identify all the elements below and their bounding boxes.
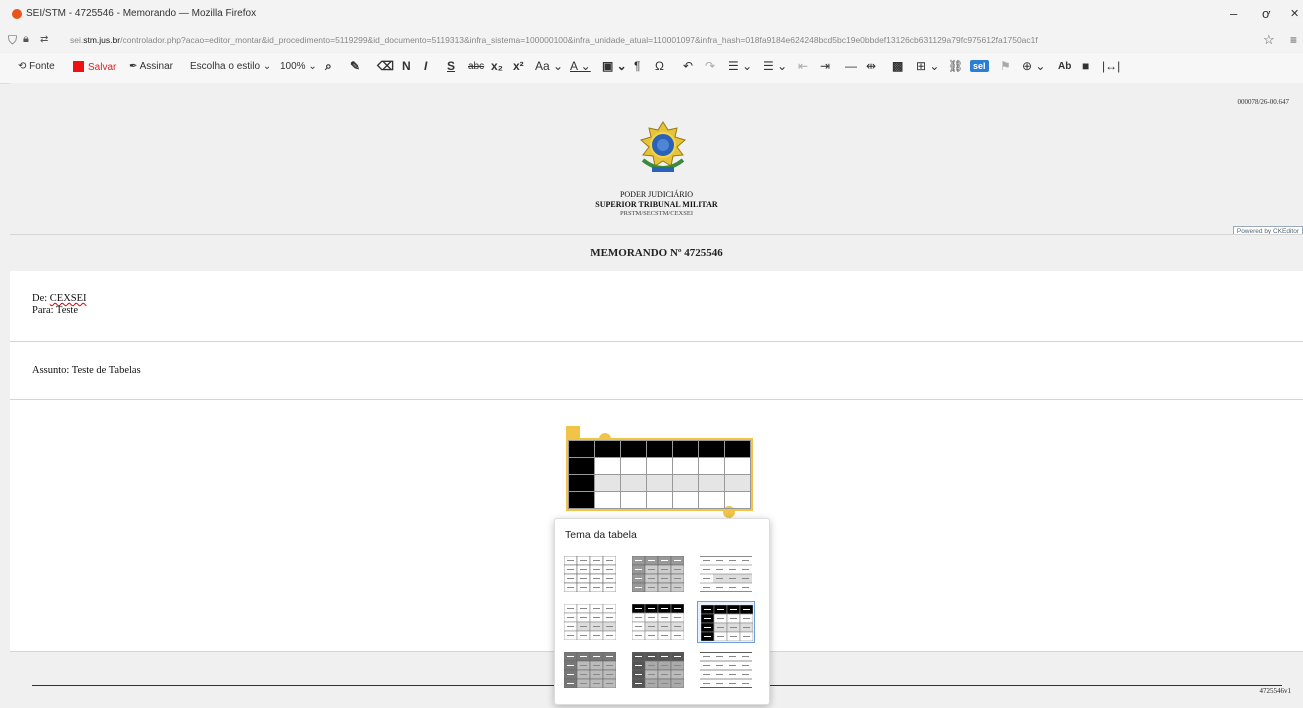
table-theme-2-option[interactable]	[629, 553, 687, 595]
format-paint-icon[interactable]: ✎	[350, 59, 360, 73]
table-thumbnail-icon	[564, 604, 616, 640]
fonte-button[interactable]: ⟲ Fonte	[18, 61, 55, 72]
bold-icon[interactable]: N	[402, 59, 411, 73]
close-button[interactable]: ✕	[1290, 7, 1299, 20]
salvar-button[interactable]: Salvar	[73, 61, 116, 73]
underline-icon[interactable]: S	[447, 59, 455, 73]
italic-icon[interactable]: I	[424, 59, 427, 73]
table-theme-4-option[interactable]	[561, 601, 619, 643]
redo-icon[interactable]: ↷	[705, 59, 715, 73]
background-color-icon[interactable]: ▣ ⌄	[602, 59, 627, 73]
text-color-icon[interactable]: A ⌄	[570, 59, 591, 73]
table-theme-3-option[interactable]	[697, 553, 755, 595]
table-theme-1-option[interactable]	[561, 553, 619, 595]
coat-of-arms-icon	[639, 121, 687, 172]
table-thumbnail-icon	[564, 556, 616, 592]
window-title: SEI/STM - 4725546 - Memorando — Mozilla …	[26, 8, 257, 19]
table-thumbnail-icon	[632, 556, 684, 592]
assinar-button[interactable]: ✒ Assinar	[129, 61, 173, 72]
url-text[interactable]: sei.stm.jus.br/controlador.php?acao=edit…	[70, 35, 1250, 45]
de-line: De: CEXSEI	[32, 293, 87, 304]
anchor-icon[interactable]: ⚑	[1000, 59, 1011, 73]
save-icon	[73, 61, 84, 72]
undo-icon[interactable]: ↶	[683, 59, 693, 73]
font-size-icon[interactable]: Aa ⌄	[535, 59, 563, 73]
source-icon: ⟲	[18, 61, 30, 72]
org-line-3: PRSTM/SECSTM/CEXSEI	[620, 210, 693, 217]
org-line-2: SUPERIOR TRIBUNAL MILITAR	[595, 200, 718, 209]
table-theme-9-option[interactable]	[697, 649, 755, 691]
assunto-line: Assunto: Teste de Tabelas	[32, 365, 141, 376]
table-theme-7-option[interactable]	[561, 649, 619, 691]
memo-title-section[interactable]: MEMORANDO Nº 4725546	[10, 234, 1303, 272]
table-thumbnail-icon	[564, 652, 616, 688]
table-thumbnail-icon	[701, 605, 753, 641]
subject-section[interactable]: Assunto: Teste de Tabelas	[10, 342, 1303, 400]
para-line: Para: Teste	[32, 305, 79, 316]
style-dropdown[interactable]: Escolha o estilo ⌄	[190, 61, 271, 72]
url-bar: ⛉ 🔒︎ ⇄ sei.stm.jus.br/controlador.php?ac…	[0, 30, 1303, 52]
table-thumbnail-icon	[700, 652, 752, 688]
pilcrow-icon[interactable]: ¶	[634, 59, 640, 73]
table-thumbnail-icon	[632, 652, 684, 688]
find-icon[interactable]: ⌕	[325, 59, 332, 74]
page-break-icon[interactable]: ⇹	[866, 59, 876, 73]
special-char-icon[interactable]: Ω	[655, 59, 664, 73]
bulleted-list-icon[interactable]: ☰ ⌄	[763, 59, 787, 73]
superscript-icon[interactable]: x²	[513, 59, 524, 73]
shield-icon[interactable]: ⛉	[8, 33, 17, 48]
horizontal-line-icon[interactable]: —	[845, 59, 857, 73]
subscript-icon[interactable]: x₂	[491, 59, 503, 73]
minimize-button[interactable]: –	[1230, 6, 1237, 21]
pen-icon: ✒	[129, 61, 140, 72]
fit-width-icon[interactable]: |↔|	[1102, 59, 1120, 73]
image-icon[interactable]: ▩	[892, 59, 903, 73]
link-icon[interactable]: ⛓	[948, 59, 963, 73]
zoom-dropdown[interactable]: 100% ⌄	[280, 61, 317, 72]
table-thumbnail-icon	[700, 556, 752, 592]
document-number: 000078/26-00.647	[1237, 98, 1289, 106]
comment-icon[interactable]: ■	[1082, 59, 1089, 73]
content-table[interactable]	[566, 438, 753, 511]
org-line-1: PODER JUDICIÁRIO	[619, 190, 694, 199]
popup-title: Tema da tabela	[565, 529, 637, 541]
sei-link-button[interactable]: sel	[970, 60, 989, 72]
header-section[interactable]: 000078/26-00.647 PODER JUDICIÁRIO SUPERI…	[10, 83, 1303, 237]
spellcheck-icon[interactable]: ⊕ ⌄	[1022, 59, 1045, 73]
eraser-icon[interactable]: ⌫	[377, 59, 394, 73]
bookmark-star-icon[interactable]: ☆	[1263, 32, 1275, 48]
table-theme-5-option[interactable]	[629, 601, 687, 643]
maximize-button[interactable]: ơ	[1262, 6, 1271, 21]
memo-title: MEMORANDO Nº 4725546	[590, 247, 723, 259]
sender-section[interactable]: De: CEXSEI Para: Teste	[10, 271, 1303, 342]
autotext-icon[interactable]: Ab	[1058, 61, 1071, 72]
table-widget-handle[interactable]	[566, 426, 580, 438]
lock-icon[interactable]: 🔒︎	[23, 33, 29, 46]
outdent-icon[interactable]: ⇤	[798, 59, 808, 73]
window-titlebar: SEI/STM - 4725546 - Memorando — Mozilla …	[0, 0, 1303, 30]
table-theme-popup: Tema da tabela	[554, 518, 770, 705]
permissions-icon[interactable]: ⇄	[40, 34, 48, 45]
firefox-icon	[12, 9, 22, 19]
indent-icon[interactable]: ⇥	[820, 59, 830, 73]
table-theme-6-option[interactable]	[697, 601, 755, 643]
editor-toolbar: ⟲ Fonte Salvar ✒ Assinar Escolha o estil…	[0, 53, 1303, 84]
footer-version: 4725546v1	[1259, 687, 1292, 695]
numbered-list-icon[interactable]: ☰ ⌄	[728, 59, 752, 73]
menu-icon[interactable]: ≡	[1290, 33, 1297, 47]
table-thumbnail-icon	[632, 604, 684, 640]
table-icon[interactable]: ⊞ ⌄	[916, 59, 939, 73]
table-theme-8-option[interactable]	[629, 649, 687, 691]
strikethrough-icon[interactable]: abc	[468, 61, 484, 72]
